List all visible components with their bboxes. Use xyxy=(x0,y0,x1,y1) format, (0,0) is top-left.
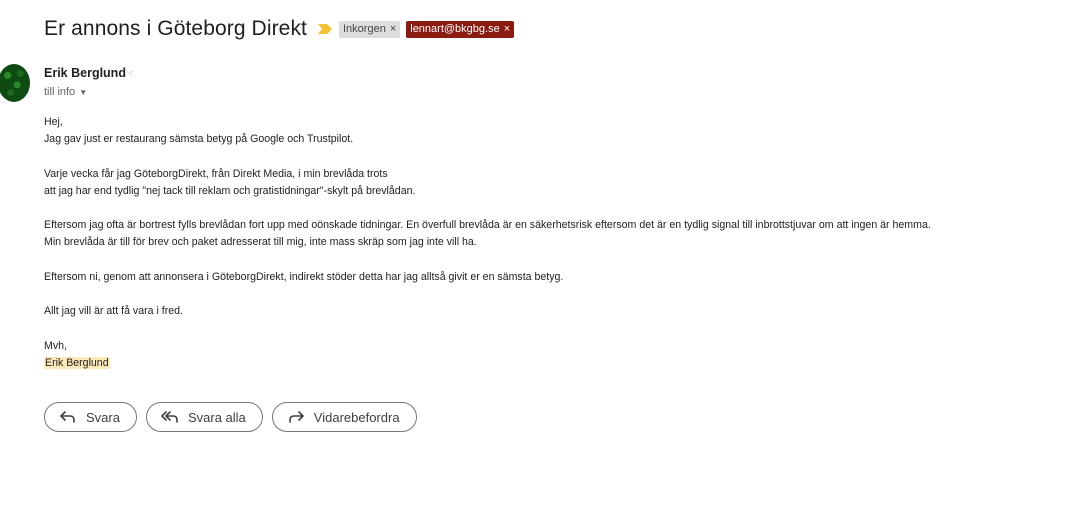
label-inbox-text: Inkorgen xyxy=(343,22,386,35)
reply-actions: Svara Svara alla Vidarebefordra xyxy=(44,402,417,432)
body-blank-line xyxy=(44,252,1004,269)
recipient-details[interactable]: till info ▼ xyxy=(44,86,87,98)
sender-email-hint: < xyxy=(128,68,135,80)
email-body: Hej, Jag gav just er restaurang sämsta b… xyxy=(44,114,1004,372)
reply-button[interactable]: Svara xyxy=(44,402,137,432)
signature-line: Erik Berglund xyxy=(44,355,1004,372)
body-line: Hej, xyxy=(44,116,63,128)
label-inbox[interactable]: Inkorgen × xyxy=(339,20,401,38)
forward-button[interactable]: Vidarebefordra xyxy=(271,402,417,432)
signature-name: Erik Berglund xyxy=(44,356,110,369)
forward-button-label: Vidarebefordra xyxy=(313,409,400,425)
reply-all-button[interactable]: Svara alla xyxy=(145,402,263,432)
body-line: Eftersom ni, genom att annonsera i Göteb… xyxy=(44,270,564,283)
reply-icon xyxy=(60,411,75,423)
body-line: Jag gav just er restaurang sämsta betyg … xyxy=(44,133,354,146)
body-line: Allt jag vill är att få vara i fred. xyxy=(44,305,183,318)
body-line: Min brevlåda är till för brev och paket … xyxy=(44,236,477,249)
body-line: att jag har end tydlig "nej tack till re… xyxy=(44,184,416,197)
body-line: Eftersom jag ofta är bortrest fylls brev… xyxy=(44,219,931,232)
body-line: Varje vecka får jag GöteborgDirekt, från… xyxy=(44,167,388,180)
forward-icon xyxy=(288,411,304,423)
body-line: Mvh, xyxy=(44,339,67,352)
recipient-text: till info xyxy=(44,86,76,98)
remove-label-inbox-icon[interactable]: × xyxy=(390,21,396,38)
subject-row: Er annons i Göteborg Direkt Inkorgen × l… xyxy=(44,14,515,44)
chevron-down-icon[interactable]: ▼ xyxy=(79,88,87,97)
reply-button-label: Svara xyxy=(86,409,120,425)
sender-name: Erik Berglund xyxy=(44,66,126,80)
importance-marker-icon[interactable] xyxy=(317,23,333,35)
email-subject: Er annons i Göteborg Direkt xyxy=(44,17,307,40)
body-blank-line xyxy=(44,320,1004,337)
reply-all-button-label: Svara alla xyxy=(187,409,246,425)
label-user-email[interactable]: lennart@bkgbg.se × xyxy=(406,20,515,38)
body-blank-line xyxy=(44,286,1004,303)
body-blank-line xyxy=(44,200,1004,217)
avatar[interactable] xyxy=(0,64,30,102)
body-blank-line xyxy=(44,148,1004,165)
reply-all-icon xyxy=(161,411,178,423)
remove-label-user-icon[interactable]: × xyxy=(504,21,510,38)
label-user-email-text: lennart@bkgbg.se xyxy=(410,22,500,35)
